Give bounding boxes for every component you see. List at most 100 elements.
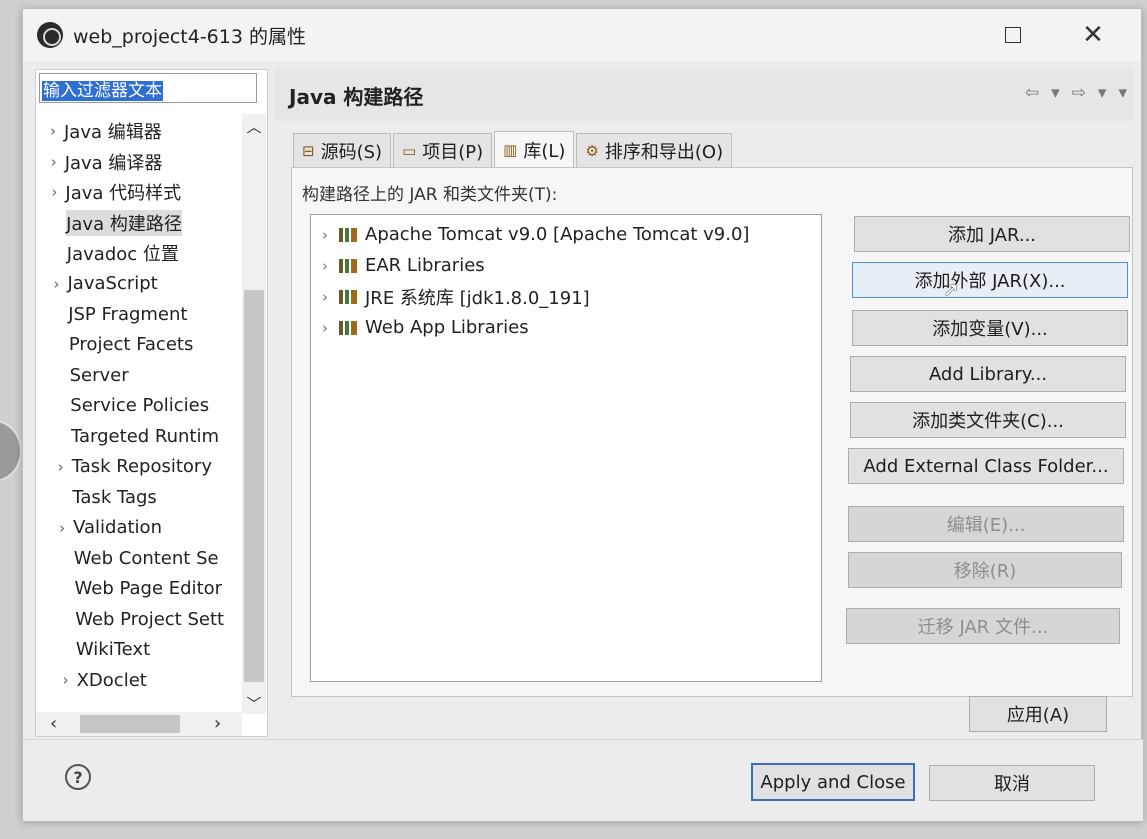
maximize-button[interactable]	[995, 19, 1031, 51]
tree-item[interactable]: Server	[36, 360, 236, 391]
expand-arrow-icon[interactable]: ›	[55, 671, 77, 689]
forward-icon[interactable]: ⇨	[1072, 83, 1086, 103]
tree-item[interactable]: › XDoclet	[36, 665, 236, 696]
tree-item-label: Java 编译器	[64, 152, 163, 174]
add-library-button[interactable]: Add Library...	[850, 356, 1126, 392]
order-export-icon: ⚙	[585, 141, 599, 160]
tab-label: 排序和导出(O)	[604, 141, 724, 163]
mouse-cursor-icon: ➚	[943, 277, 960, 301]
window-title: web_project4-613 的属性	[73, 25, 306, 48]
tree-item[interactable]: Javadoc 位置	[36, 238, 236, 269]
list-item[interactable]: › EAR Libraries	[311, 250, 821, 281]
apply-button[interactable]: 应用(A)	[969, 696, 1107, 732]
expand-arrow-icon[interactable]: ›	[311, 257, 339, 275]
tree-item[interactable]: › Java 代码样式	[36, 177, 236, 208]
overlay-circle	[0, 420, 22, 482]
tab-library[interactable]: ▥ 库(L)	[494, 131, 575, 167]
tab-order-export[interactable]: ⚙ 排序和导出(O)	[576, 133, 733, 167]
title-bar: web_project4-613 的属性 ✕	[23, 9, 1141, 61]
tree-item[interactable]: › Task Repository	[36, 452, 236, 483]
expand-arrow-icon[interactable]: ›	[311, 288, 339, 306]
tree-item[interactable]: › Java 编译器	[36, 147, 236, 178]
migrate-jar-button[interactable]: 迁移 JAR 文件...	[846, 608, 1120, 644]
expand-arrow-icon[interactable]: ›	[46, 275, 68, 293]
tree-item[interactable]: Project Facets	[36, 330, 236, 361]
tree-item-label: Validation	[73, 517, 162, 539]
vertical-scrollbar[interactable]: ︿ ﹀	[242, 114, 266, 714]
library-list[interactable]: › Apache Tomcat v9.0 [Apache Tomcat v9.0]…	[310, 214, 822, 682]
back-icon[interactable]: ⇦	[1025, 83, 1039, 103]
tree-item[interactable]: › Validation	[36, 513, 236, 544]
maximize-icon	[1005, 27, 1021, 43]
add-class-folder-button[interactable]: 添加类文件夹(C)...	[850, 402, 1126, 438]
scroll-thumb[interactable]	[244, 290, 264, 682]
tree-item-label: XDoclet	[76, 669, 147, 691]
library-icon	[339, 258, 357, 273]
tree-item[interactable]: › Java 编辑器	[36, 116, 236, 147]
tree-item[interactable]: Java 构建路径	[36, 208, 236, 239]
page-header: Java 构建路径 ⇦ ▾ ⇨ ▾ ▾	[275, 69, 1133, 121]
help-icon[interactable]: ?	[65, 764, 91, 790]
add-variable-button[interactable]: 添加变量(V)...	[852, 310, 1128, 346]
scroll-right-icon[interactable]: ›	[214, 713, 221, 734]
expand-arrow-icon[interactable]: ›	[43, 183, 65, 201]
tab-source-folder[interactable]: ⊟ 源码(S)	[293, 133, 392, 167]
tree-item[interactable]: Task Tags	[36, 482, 236, 513]
scroll-down-icon[interactable]: ﹀	[242, 693, 266, 714]
hscroll-thumb[interactable]	[80, 715, 180, 733]
tab-project[interactable]: ▭ 项目(P)	[393, 133, 493, 167]
expand-arrow-icon[interactable]: ›	[311, 226, 339, 244]
tree-item-label: Web Project Sett	[75, 608, 225, 630]
tree-item-label: Java 构建路径	[66, 209, 182, 236]
tree-item-label: JavaScript	[67, 273, 158, 295]
library-icon: ▥	[503, 140, 518, 159]
horizontal-scrollbar[interactable]: ‹ ›	[36, 712, 242, 736]
tree-item-label: Web Page Editor	[74, 578, 223, 600]
expand-arrow-icon[interactable]: ›	[42, 122, 64, 140]
tree-item-label: Task Repository	[71, 456, 212, 478]
tree-item-label: Task Tags	[72, 486, 157, 508]
tree-item-label: Java 编辑器	[64, 122, 162, 144]
tree-item[interactable]: Web Content Se	[36, 543, 236, 574]
tree-item-label: Java 代码样式	[65, 183, 182, 205]
edit-button[interactable]: 编辑(E)...	[848, 506, 1124, 542]
libraries-tab-content: 构建路径上的 JAR 和类文件夹(T): › Apache Tomcat v9.0…	[291, 167, 1133, 697]
eclipse-icon	[37, 22, 63, 48]
add-external-jar-button[interactable]: 添加外部 JAR(X)...	[852, 262, 1128, 298]
back-menu-icon[interactable]: ▾	[1051, 83, 1060, 103]
scroll-up-icon[interactable]: ︿	[242, 116, 266, 137]
add-external-class-folder-button[interactable]: Add External Class Folder...	[848, 448, 1124, 484]
scroll-left-icon[interactable]: ‹	[50, 713, 57, 734]
forward-menu-icon[interactable]: ▾	[1098, 83, 1107, 103]
remove-button[interactable]: 移除(R)	[848, 552, 1122, 588]
tree-item[interactable]: Web Project Sett	[36, 604, 236, 635]
close-button[interactable]: ✕	[1075, 19, 1111, 51]
tree-item-label: Targeted Runtim	[71, 425, 220, 447]
expand-arrow-icon[interactable]: ›	[51, 519, 73, 537]
expand-arrow-icon[interactable]: ›	[50, 458, 72, 476]
filter-input[interactable]: 输入过滤器文本	[39, 73, 257, 103]
tree-item-label: Web Content Se	[73, 547, 219, 569]
list-item[interactable]: › JRE 系统库 [jdk1.8.0_191]	[311, 281, 821, 312]
tab-label: 源码(S)	[320, 141, 383, 163]
expand-arrow-icon[interactable]: ›	[311, 319, 339, 337]
list-item[interactable]: › Apache Tomcat v9.0 [Apache Tomcat v9.0]	[311, 219, 821, 250]
tree-item[interactable]: WikiText	[36, 635, 236, 666]
nav-icons: ⇦ ▾ ⇨ ▾ ▾	[1025, 83, 1127, 103]
apply-and-close-button[interactable]: Apply and Close	[751, 763, 915, 801]
view-menu-icon[interactable]: ▾	[1118, 83, 1127, 103]
tree-item[interactable]: Web Page Editor	[36, 574, 236, 605]
library-icon	[339, 227, 357, 242]
tree-item[interactable]: › JavaScript	[36, 269, 236, 300]
tree-item-label: Service Policies	[70, 395, 210, 417]
tree-item[interactable]: JSP Fragment	[36, 299, 236, 330]
add-jar-button[interactable]: 添加 JAR...	[854, 216, 1130, 252]
tree-item[interactable]: Service Policies	[36, 391, 236, 422]
tab-label: 项目(P)	[422, 141, 484, 163]
tree-item[interactable]: Targeted Runtim	[36, 421, 236, 452]
cancel-button[interactable]: 取消	[929, 765, 1095, 801]
expand-arrow-icon[interactable]: ›	[43, 153, 65, 171]
tab-bar: ⊟ 源码(S) ▭ 项目(P) ▥ 库(L) ⚙ 排序和导出(O)	[293, 131, 734, 167]
filter-placeholder: 输入过滤器文本	[42, 81, 163, 101]
list-item[interactable]: › Web App Libraries	[311, 312, 821, 343]
